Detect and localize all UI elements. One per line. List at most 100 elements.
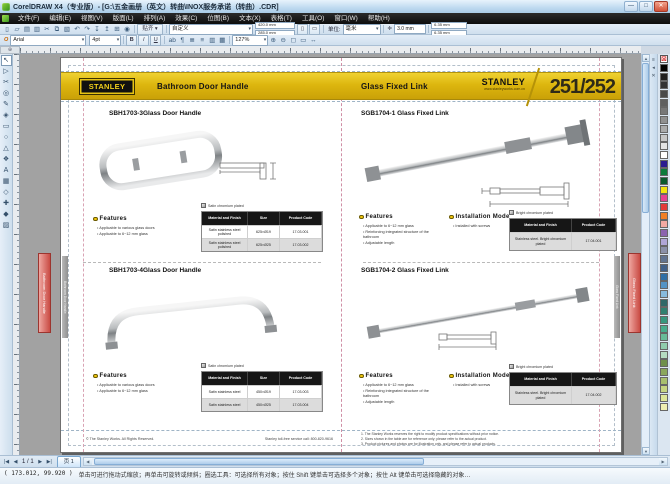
docker-close-icon[interactable]: ✕ (651, 72, 655, 80)
color-swatch[interactable] (660, 290, 668, 298)
hscroll-thumb[interactable] (94, 458, 424, 465)
color-swatch[interactable] (660, 116, 668, 124)
table-tool[interactable]: ▦ (1, 176, 12, 187)
color-swatch[interactable] (660, 177, 668, 185)
minimize-button[interactable]: — (624, 1, 638, 12)
color-swatch[interactable] (660, 299, 668, 307)
freehand-tool[interactable]: ✎ (1, 99, 12, 110)
color-swatch[interactable] (660, 81, 668, 89)
color-swatch[interactable] (660, 203, 668, 211)
zoom-tool[interactable]: ◎ (1, 88, 12, 99)
menu-item[interactable]: 位图(B) (202, 13, 234, 24)
character-formatting-icon[interactable]: ab (167, 36, 177, 45)
color-swatch[interactable] (660, 325, 668, 333)
paper-width-field[interactable]: 420.0 mm (255, 22, 295, 29)
color-swatch[interactable] (660, 142, 668, 150)
page-tab[interactable]: 页 1 (57, 456, 81, 467)
rectangle-tool[interactable]: ▭ (1, 121, 12, 132)
vscroll-thumb[interactable] (642, 63, 649, 213)
landscape-button[interactable]: ▭ (309, 24, 320, 35)
cut-icon[interactable]: ✂ (42, 25, 52, 34)
zoom-in-icon[interactable]: ⊕ (268, 36, 278, 45)
crop-tool[interactable]: ✂ (1, 77, 12, 88)
color-swatch[interactable] (660, 238, 668, 246)
zoom-page-icon[interactable]: ▭ (298, 36, 308, 45)
color-swatch[interactable] (660, 255, 668, 263)
color-swatch[interactable] (660, 186, 668, 194)
vertical-ruler[interactable] (13, 54, 20, 455)
color-swatch[interactable] (660, 342, 668, 350)
color-swatch[interactable] (660, 394, 668, 402)
color-swatch[interactable] (660, 90, 668, 98)
zoom-selection-icon[interactable]: ◻ (288, 36, 298, 45)
corel-online-icon[interactable]: ◉ (122, 25, 132, 34)
color-swatch[interactable] (660, 368, 668, 376)
paragraph-icon[interactable]: ¶ (177, 36, 187, 45)
font-size-select[interactable]: 4pt (89, 35, 121, 46)
basic-shapes-tool[interactable]: ❖ (1, 154, 12, 165)
redo-icon[interactable]: ↷ (82, 25, 92, 34)
text-frame-icon[interactable]: ▦ (217, 36, 227, 45)
import-icon[interactable]: ↧ (92, 25, 102, 34)
color-swatch[interactable] (660, 160, 668, 168)
outline-pen-tool[interactable]: ◆ (1, 209, 12, 220)
new-icon[interactable]: ▯ (2, 25, 12, 34)
underline-button[interactable]: U (150, 35, 161, 46)
color-swatch[interactable] (660, 273, 668, 281)
ruler-origin[interactable]: ⊕ (0, 46, 20, 54)
color-swatch[interactable] (660, 125, 668, 133)
color-swatch[interactable] (660, 351, 668, 359)
color-swatch[interactable] (660, 377, 668, 385)
shape-tool[interactable]: ▷ (1, 66, 12, 77)
bullet-list-icon[interactable]: ≣ (187, 36, 197, 45)
fill-tool[interactable]: ▨ (1, 220, 12, 231)
first-page-button[interactable]: |◀ (2, 457, 11, 467)
duplicate-x-field[interactable]: 6.35 mm (431, 22, 467, 29)
color-swatch[interactable] (660, 229, 668, 237)
snap-to-dropdown[interactable]: 贴齐 ▾ (137, 24, 163, 35)
vertical-scrollbar[interactable]: ▲ ▼ (641, 54, 649, 455)
color-swatch[interactable] (660, 194, 668, 202)
zoom-out-icon[interactable]: ⊖ (278, 36, 288, 45)
prev-page-button[interactable]: ◀ (11, 457, 20, 467)
blend-tool[interactable]: ◇ (1, 187, 12, 198)
zoom-width-icon[interactable]: ↔ (308, 36, 318, 45)
color-swatch[interactable] (660, 316, 668, 324)
menu-item[interactable]: 排列(A) (139, 13, 171, 24)
color-swatch[interactable] (660, 134, 668, 142)
drawing-canvas[interactable]: Bathroom Door Handle Glass Fixed Link ST… (20, 54, 641, 455)
last-page-button[interactable]: ▶| (45, 457, 54, 467)
color-swatch[interactable] (660, 64, 668, 72)
pick-tool[interactable]: ↖ (1, 55, 12, 66)
color-swatch[interactable] (660, 151, 668, 159)
page-spread[interactable]: STANLEY Bathroom Door Handle Glass Fixed… (60, 57, 622, 453)
smart-fill-tool[interactable]: ◈ (1, 110, 12, 121)
next-page-button[interactable]: ▶ (36, 457, 45, 467)
ellipse-tool[interactable]: ○ (1, 132, 12, 143)
undo-icon[interactable]: ↶ (72, 25, 82, 34)
color-swatch[interactable] (660, 333, 668, 341)
nudge-field[interactable]: 3.0 mm (394, 24, 426, 34)
color-swatch[interactable] (660, 99, 668, 107)
open-icon[interactable]: ▱ (12, 25, 22, 34)
app-launcher-icon[interactable]: ⊞ (112, 25, 122, 34)
no-color-swatch[interactable]: ⊠ (660, 55, 668, 63)
units-select[interactable]: 毫米 (343, 24, 381, 35)
color-swatch[interactable] (660, 385, 668, 393)
zoom-level-select[interactable]: 127% (232, 35, 268, 46)
close-button[interactable]: ✕ (654, 1, 668, 12)
color-swatch[interactable] (660, 168, 668, 176)
color-swatch[interactable] (660, 246, 668, 254)
color-swatch[interactable] (660, 264, 668, 272)
color-swatch[interactable] (660, 220, 668, 228)
side-tab-right[interactable]: Glass Fixed Link (628, 253, 641, 333)
color-swatch[interactable] (660, 73, 668, 81)
menu-item[interactable]: 版面(L) (108, 13, 139, 24)
scroll-left-icon[interactable]: ◀ (84, 458, 92, 465)
docker-collapse-icon[interactable]: ◂ (652, 64, 655, 72)
columns-icon[interactable]: ▥ (207, 36, 217, 45)
portrait-button[interactable]: ▯ (297, 24, 308, 35)
copy-icon[interactable]: ⧉ (52, 25, 62, 34)
title-bar[interactable]: CorelDRAW X4（专业版）- [G:\五金画册（英文）转曲\INOX服务… (0, 0, 670, 14)
paste-icon[interactable]: ▧ (62, 25, 72, 34)
